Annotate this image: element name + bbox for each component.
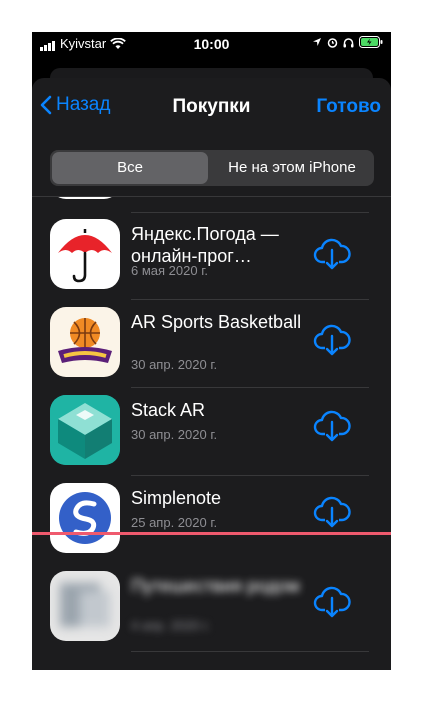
highlight-underline: [32, 532, 391, 535]
download-button[interactable]: [312, 405, 352, 445]
row-separator: [131, 651, 369, 652]
headphones-icon: [343, 37, 354, 47]
purchases-list: Яндекс.Погода — онлайн-прог… 6 мая 2020 …: [32, 197, 391, 670]
purchase-date: 6 мая 2020 г.: [131, 263, 208, 278]
segmented-control: Все Не на этом iPhone: [50, 150, 374, 186]
list-item[interactable]: AR Sports Basketball 30 апр. 2020 г.: [32, 299, 391, 387]
app-name: Путешествия родом: [131, 576, 300, 596]
status-bar: Kyivstar 10:00: [32, 32, 391, 56]
download-button[interactable]: [312, 491, 352, 531]
cloud-download-icon: [313, 496, 351, 528]
list-item-partial[interactable]: [32, 197, 391, 209]
purchase-date: 30 апр. 2020 г.: [131, 357, 218, 372]
battery-charging-icon: [359, 36, 383, 48]
download-button[interactable]: [312, 581, 352, 621]
navigation-bar: Назад Покупки Готово: [32, 78, 391, 138]
app-name: Яндекс.Погода — онлайн-прог…: [131, 224, 279, 266]
list-item[interactable]: Путешествия родом 4 апр. 2020 г.: [32, 563, 391, 651]
phone-screen: Kyivstar 10:00 Назад Покупки Готово Все …: [32, 32, 391, 670]
stack-ar-icon: [50, 395, 120, 465]
app-name: Simplenote: [131, 488, 222, 508]
purchase-date: 25 апр. 2020 г.: [131, 515, 218, 530]
purchases-sheet: Назад Покупки Готово Все Не на этом iPho…: [32, 78, 391, 670]
cloud-download-icon: [313, 238, 351, 270]
cloud-download-icon: [313, 586, 351, 618]
ar-sports-basketball-icon: [50, 307, 120, 377]
location-icon: [313, 38, 321, 46]
download-button[interactable]: [312, 233, 352, 273]
segment-not-on-device[interactable]: Не на этом iPhone: [212, 152, 372, 184]
cloud-download-icon: [313, 410, 351, 442]
cloud-download-icon: [313, 324, 351, 356]
app-name: AR Sports Basketball: [131, 312, 302, 332]
purchase-date: 4 апр. 2020 г.: [131, 618, 210, 633]
yandex-weather-icon: [50, 219, 120, 289]
blurred-app-icon: [50, 571, 120, 641]
list-item[interactable]: Simplenote 25 апр. 2020 г.: [32, 475, 391, 563]
app-icon-partial: [50, 197, 120, 199]
purchase-date: 30 апр. 2020 г.: [131, 427, 218, 442]
download-button[interactable]: [312, 319, 352, 359]
list-item[interactable]: Stack AR 30 апр. 2020 г.: [32, 387, 391, 475]
list-item[interactable]: Яндекс.Погода — онлайн-прог… 6 мая 2020 …: [32, 211, 391, 299]
segment-all[interactable]: Все: [52, 152, 208, 184]
simplenote-icon: [50, 483, 120, 553]
app-name: Stack AR: [131, 400, 206, 420]
done-button[interactable]: Готово: [316, 96, 381, 118]
alarm-icon: [327, 37, 338, 48]
